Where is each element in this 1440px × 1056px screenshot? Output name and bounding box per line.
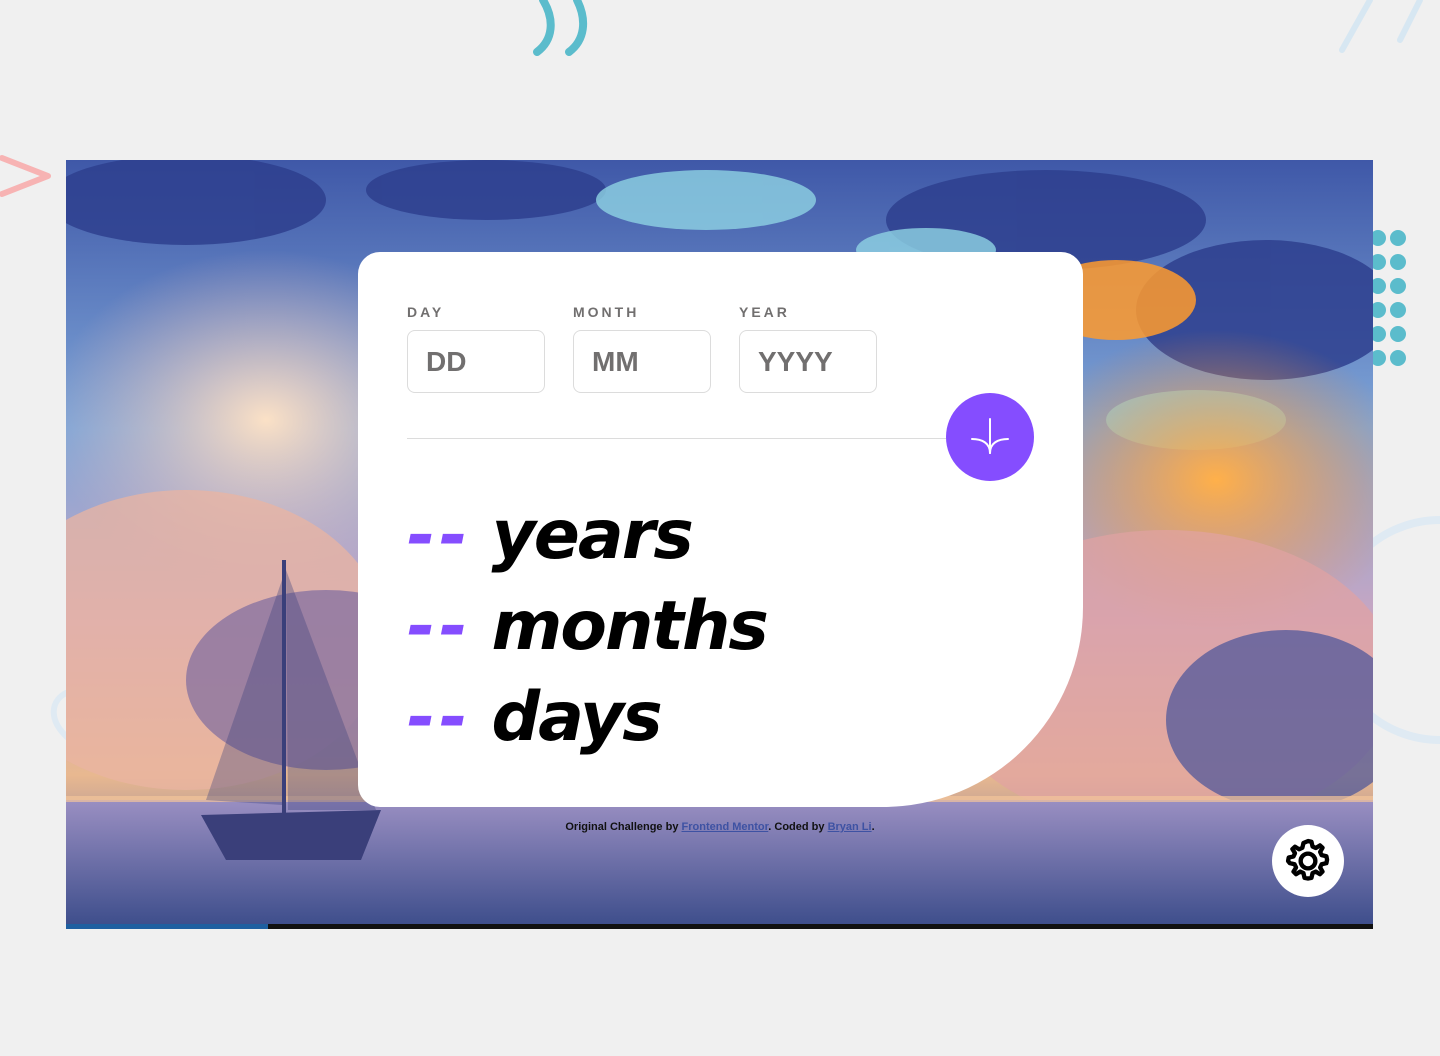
decorative-chevron: [0, 155, 51, 197]
decorative-dots: [1370, 230, 1406, 366]
frontend-mentor-link[interactable]: Frontend Mentor: [682, 821, 769, 833]
results: -- years -- months -- days: [407, 490, 769, 763]
days-unit: days: [491, 677, 662, 757]
year-label: YEAR: [739, 304, 790, 320]
settings-button[interactable]: [1272, 825, 1344, 897]
day-label: DAY: [407, 304, 445, 320]
years-value: --: [407, 495, 472, 575]
month-label: MONTH: [573, 304, 640, 320]
submit-button[interactable]: [946, 393, 1034, 481]
attribution-prefix: Original Challenge by: [565, 821, 682, 833]
attribution: Original Challenge by Frontend Mentor. C…: [0, 821, 1440, 833]
day-field: DAY: [407, 304, 545, 393]
year-field: YEAR: [739, 304, 877, 393]
years-unit: years: [491, 495, 693, 575]
attribution-suffix: .: [871, 821, 875, 833]
years-result: -- years: [407, 490, 767, 581]
month-input[interactable]: [573, 330, 711, 393]
divider: [407, 438, 1007, 439]
age-calculator-card: DAY MONTH YEAR -- years -- months: [358, 252, 1083, 807]
author-link[interactable]: Bryan Li: [828, 821, 872, 833]
months-value: --: [407, 586, 472, 666]
gear-icon: [1285, 838, 1330, 881]
days-result: -- days: [407, 672, 767, 763]
decorative-arcs: [533, 0, 588, 56]
decorative-lines: [1339, 0, 1423, 53]
month-field: MONTH: [573, 304, 711, 393]
months-unit: months: [491, 586, 768, 666]
months-result: -- months: [407, 581, 769, 672]
date-input-group: DAY MONTH YEAR: [407, 304, 877, 393]
attribution-middle: . Coded by: [768, 821, 828, 833]
arrow-down-icon: [971, 418, 1009, 454]
day-input[interactable]: [407, 330, 545, 393]
year-input[interactable]: [739, 330, 877, 393]
days-value: --: [407, 677, 472, 757]
